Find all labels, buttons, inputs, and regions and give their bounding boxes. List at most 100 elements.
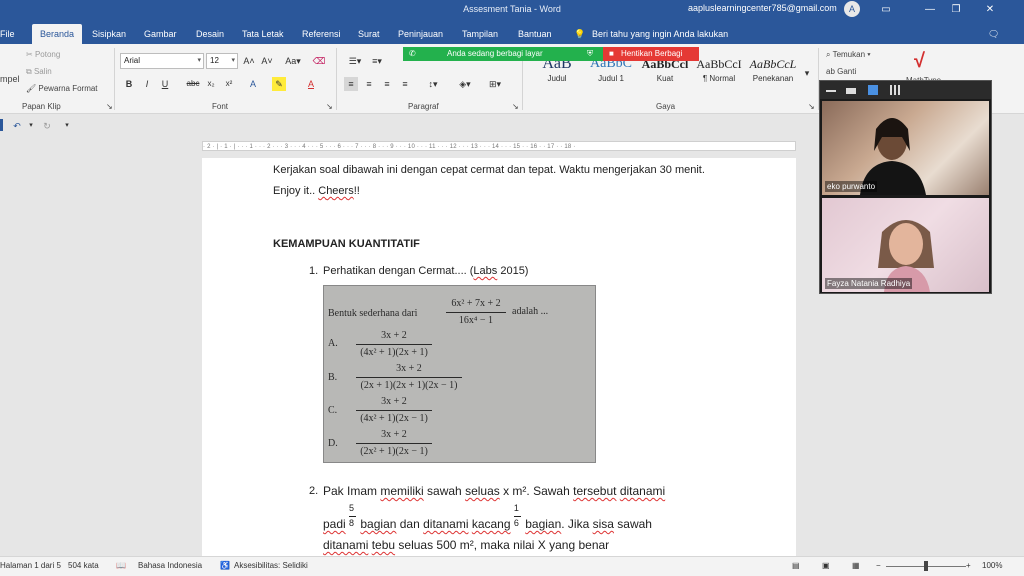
- copy-button[interactable]: ⧉ Salin: [26, 67, 52, 77]
- undo-icon[interactable]: ↶: [10, 119, 24, 133]
- group-label-font: Font: [212, 102, 229, 111]
- tab-sisipkan[interactable]: Sisipkan: [86, 24, 132, 44]
- restore-icon[interactable]: ❐: [946, 2, 966, 18]
- bullets-icon[interactable]: ☰▾: [344, 54, 366, 68]
- font-color-icon[interactable]: A: [304, 77, 318, 91]
- zoom-handle[interactable]: [924, 561, 928, 571]
- zoom-level[interactable]: 100%: [982, 561, 1002, 570]
- web-layout-icon[interactable]: ▦: [852, 561, 860, 570]
- style-penekanan[interactable]: AaBbCcL Penekanan: [746, 54, 800, 94]
- justify-icon[interactable]: ≡: [398, 77, 412, 91]
- zoom-in-icon[interactable]: +: [966, 561, 971, 570]
- style-label: Kuat: [656, 74, 674, 83]
- option-letter: C.: [328, 405, 338, 416]
- comments-icon[interactable]: 🗨: [982, 24, 1005, 44]
- document-page[interactable]: Kerjakan soal dibawah ini dengan cepat c…: [202, 158, 796, 556]
- image-prompt-end: adalah ...: [512, 306, 549, 317]
- proofing-icon[interactable]: 📖: [116, 561, 126, 570]
- shrink-font-icon[interactable]: A˅: [260, 54, 274, 68]
- shading-icon[interactable]: ◈▾: [454, 77, 476, 91]
- ribbon-tabs: File Beranda Sisipkan Gambar Desain Tata…: [0, 20, 1024, 44]
- mathtype-icon[interactable]: √: [914, 50, 925, 73]
- clipboard-launcher-icon[interactable]: ↘: [106, 102, 113, 111]
- tab-referensi[interactable]: Referensi: [296, 24, 347, 44]
- italic-icon[interactable]: I: [140, 77, 154, 91]
- customize-qat-icon[interactable]: ▾: [60, 119, 74, 133]
- grow-font-icon[interactable]: A˄: [242, 54, 256, 68]
- avatar[interactable]: A: [844, 1, 860, 17]
- accessibility-status[interactable]: Aksesibilitas: Selidiki: [234, 561, 308, 570]
- font-size-value: 12: [210, 56, 219, 65]
- ribbon-display-icon[interactable]: ▭: [876, 2, 896, 18]
- q2-text: dan: [396, 517, 424, 531]
- align-right-icon[interactable]: ≡: [380, 77, 394, 91]
- font-launcher-icon[interactable]: ↘: [326, 102, 333, 111]
- tab-desain[interactable]: Desain: [190, 24, 230, 44]
- line-spacing-icon[interactable]: ↕▾: [422, 77, 444, 91]
- zoom-out-icon[interactable]: −: [876, 561, 881, 570]
- cut-button[interactable]: ✂ Potong: [26, 50, 60, 59]
- tell-me-search[interactable]: Beri tahu yang ingin Anda lakukan: [586, 24, 734, 44]
- tab-bantuan[interactable]: Bantuan: [512, 24, 558, 44]
- horizontal-ruler[interactable]: · 2 · | · 1 · | · · · 1 · · · 2 · · · 3 …: [202, 141, 796, 151]
- replace-label: Ganti: [837, 67, 857, 76]
- style-normal[interactable]: AaBbCcI ¶ Normal: [692, 54, 746, 94]
- stop-sharing-button[interactable]: ■ Hentikan Berbagi: [603, 47, 699, 61]
- tab-tampilan[interactable]: Tampilan: [456, 24, 504, 44]
- speaker-view-icon[interactable]: [846, 88, 856, 94]
- word-count[interactable]: 504 kata: [68, 561, 99, 570]
- video-tile-2[interactable]: Fayza Natania Radhiya: [822, 198, 989, 292]
- font-size-select[interactable]: 12 ▾: [206, 53, 238, 69]
- subscript-icon[interactable]: x₂: [204, 77, 218, 91]
- replace-button[interactable]: ab Ganti: [826, 67, 856, 76]
- minimize-video-icon[interactable]: [826, 90, 836, 92]
- text-effects-icon[interactable]: A: [246, 77, 260, 91]
- tab-peninjauan[interactable]: Peninjauan: [392, 24, 449, 44]
- print-layout-icon[interactable]: ▣: [822, 561, 830, 570]
- video-tile-1[interactable]: eko purwanto: [822, 101, 989, 195]
- clear-formatting-icon[interactable]: ⌫: [312, 54, 326, 68]
- gallery-view-icon[interactable]: [890, 85, 900, 95]
- change-case-icon[interactable]: Aa▾: [282, 54, 304, 68]
- numbering-icon[interactable]: ≡▾: [366, 54, 388, 68]
- format-painter-button[interactable]: 🖌 Pewarna Format: [26, 84, 98, 93]
- question-image[interactable]: Bentuk sederhana dari 6x² + 7x + 2 16x⁴ …: [323, 285, 596, 463]
- strip-view-icon[interactable]: [868, 85, 878, 95]
- superscript-icon[interactable]: x²: [222, 77, 236, 91]
- tab-tata-letak[interactable]: Tata Letak: [236, 24, 290, 44]
- group-label-styles: Gaya: [656, 102, 676, 111]
- font-name-select[interactable]: Arial ▾: [120, 53, 204, 69]
- highlight-icon[interactable]: ✎: [272, 77, 286, 91]
- styles-launcher-icon[interactable]: ↘: [808, 102, 815, 111]
- undo-dropdown-icon[interactable]: ▾: [24, 119, 38, 133]
- cut-label: Potong: [34, 50, 61, 59]
- font-name-value: Arial: [124, 56, 141, 65]
- focus-icon[interactable]: ▤: [792, 561, 800, 570]
- user-email[interactable]: aapluslearningcenter785@gmail.com: [688, 3, 837, 13]
- style-label: Penekanan: [752, 74, 794, 83]
- option-letter: D.: [328, 438, 338, 449]
- align-center-icon[interactable]: ≡: [362, 77, 376, 91]
- align-left-icon[interactable]: ≡: [344, 77, 358, 91]
- paragraph-launcher-icon[interactable]: ↘: [512, 102, 519, 111]
- tab-surat[interactable]: Surat: [352, 24, 386, 44]
- paste-button[interactable]: mpel: [0, 74, 20, 84]
- tab-gambar[interactable]: Gambar: [138, 24, 183, 44]
- redo-icon[interactable]: ↻: [40, 119, 54, 133]
- find-button[interactable]: ⌕ Temukan ▾: [826, 50, 871, 60]
- shield-icon: ⛨: [587, 49, 593, 58]
- borders-icon[interactable]: ⊞▾: [484, 77, 506, 91]
- close-icon[interactable]: ✕: [980, 2, 1000, 18]
- question-2-line-2: padi 58 bagian dan ditanami kacang 16 ba…: [323, 503, 652, 531]
- find-label: Temukan: [832, 50, 866, 59]
- bold-icon[interactable]: B: [122, 77, 136, 91]
- strikethrough-icon[interactable]: abc: [186, 77, 200, 91]
- stop-sharing-label: Hentikan Berbagi: [621, 49, 683, 58]
- underline-icon[interactable]: U: [158, 77, 172, 91]
- styles-more-icon[interactable]: ▾: [800, 66, 814, 80]
- tab-beranda[interactable]: Beranda: [32, 24, 83, 44]
- language[interactable]: Bahasa Indonesia: [138, 561, 202, 570]
- page-count[interactable]: Halaman 1 dari 5: [0, 561, 61, 570]
- tab-file[interactable]: File: [0, 24, 21, 44]
- minimize-icon[interactable]: —: [920, 2, 940, 18]
